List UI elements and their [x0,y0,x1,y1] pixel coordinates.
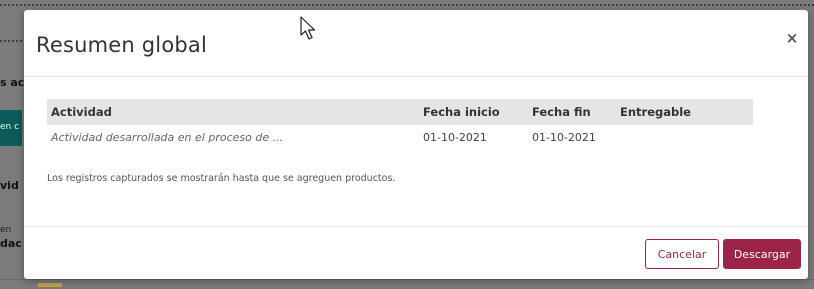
download-button[interactable]: Descargar [723,239,801,269]
cell-fecha-inicio: 01-10-2021 [423,131,487,144]
background-text-fragment: en [0,225,12,235]
table-row: Actividad desarrollada en el proceso de … [47,125,753,151]
summary-modal: Resumen global × Actividad Fecha inicio … [24,10,808,279]
modal-footer: Cancelar Descargar [24,226,808,279]
summary-table: Actividad Fecha inicio Fecha fin Entrega… [47,99,753,151]
background-text-fragment: vid [0,179,19,192]
modal-header: Resumen global × [24,10,808,77]
dotted-divider-left [0,40,22,42]
column-header-fecha-inicio: Fecha inicio [423,105,500,119]
close-icon[interactable]: × [784,30,800,46]
table-header: Actividad Fecha inicio Fecha fin Entrega… [47,99,753,125]
cell-actividad: Actividad desarrollada en el proceso de … [51,131,284,144]
dotted-divider [0,4,814,6]
background-gold-accent [38,283,62,287]
column-header-fecha-fin: Fecha fin [532,105,591,119]
mouse-pointer-icon [300,16,316,40]
info-note: Los registros capturados se mostrarán ha… [47,173,396,184]
background-text-fragment: en c [0,122,20,132]
background-text-fragment: dac [0,237,22,250]
modal-title: Resumen global [36,33,208,57]
background-rule [0,279,814,280]
cancel-button[interactable]: Cancelar [645,239,719,269]
background-text-fragment: s ac [0,76,24,89]
column-header-actividad: Actividad [51,105,112,119]
modal-body: Actividad Fecha inicio Fecha fin Entrega… [24,78,808,226]
cell-fecha-fin: 01-10-2021 [532,131,596,144]
column-header-entregable: Entregable [620,105,691,119]
background-right-edge [808,10,814,289]
